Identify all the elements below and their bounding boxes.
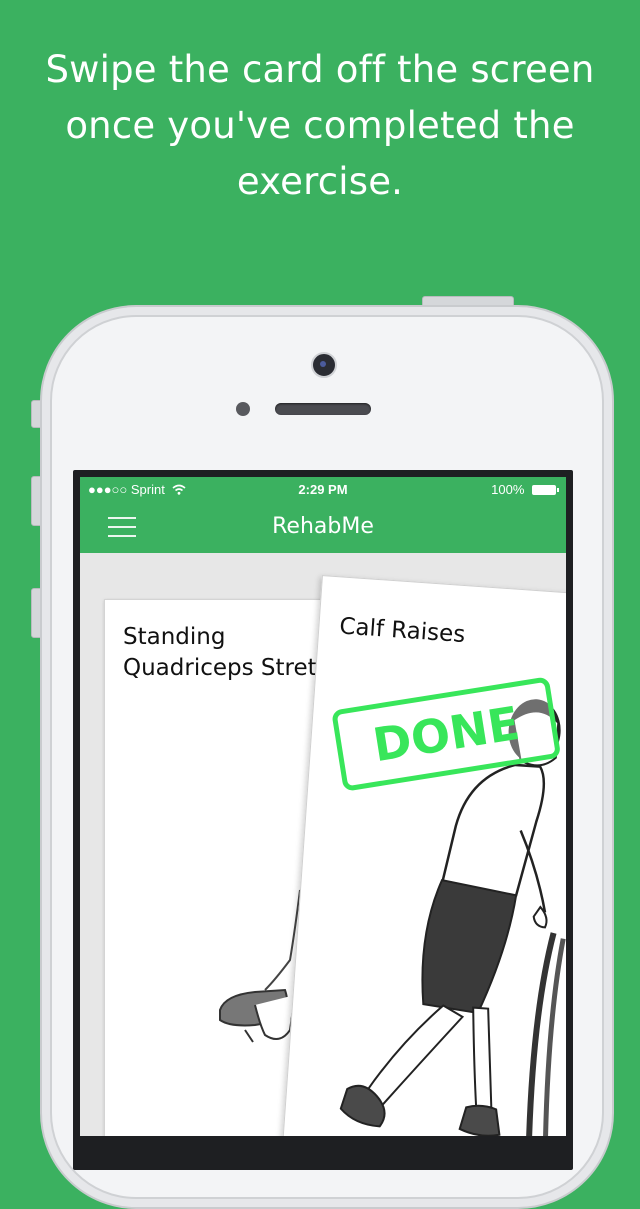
status-bar: ●●●○○ Sprint 2:29 PM 100%: [80, 477, 566, 503]
card-stack-area: Standing Quadriceps Stret Calf Raises DO…: [80, 553, 566, 1136]
headline-line-2: once you've completed the: [65, 104, 575, 147]
battery-icon: [532, 485, 559, 495]
status-bar-right: 100%: [491, 482, 559, 497]
headline-line-1: Swipe the card off the screen: [45, 48, 595, 91]
front-camera: [311, 352, 337, 378]
exercise-card-current-title: Calf Raises: [338, 613, 467, 649]
app-title: RehabMe: [272, 514, 374, 539]
proximity-sensor: [236, 402, 250, 416]
onboarding-headline: Swipe the card off the screen once you'v…: [40, 42, 600, 210]
earpiece-speaker: [275, 403, 371, 415]
headline-line-3: exercise.: [236, 160, 404, 203]
exercise-card-current[interactable]: Calf Raises DONE: [277, 575, 566, 1136]
battery-percent: 100%: [491, 482, 525, 497]
navigation-bar: RehabMe: [80, 503, 566, 553]
